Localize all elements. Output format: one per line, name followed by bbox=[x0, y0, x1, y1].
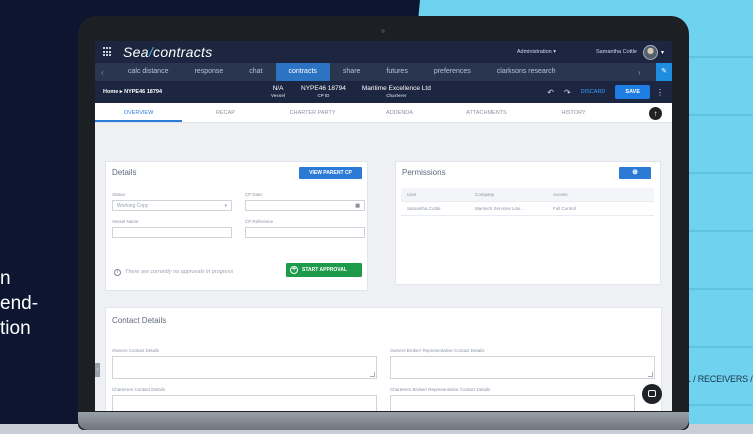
calendar-icon[interactable]: ▦ bbox=[355, 201, 360, 211]
save-button[interactable]: SAVE bbox=[615, 85, 650, 99]
permissions-title: Permissions bbox=[402, 168, 446, 177]
start-approval-button[interactable]: + START APPROVAL bbox=[286, 263, 362, 277]
tab-recap[interactable]: RECAP bbox=[182, 103, 269, 122]
cp-reference-label: CP Reference bbox=[245, 219, 274, 224]
owners-broker-label: Owners Broker/ Representative Contact De… bbox=[390, 348, 485, 353]
permissions-panel: Permissions ⊕ User Company Access Samant… bbox=[395, 161, 661, 285]
header-company: Company bbox=[475, 192, 495, 197]
chat-bubble-icon[interactable] bbox=[642, 384, 662, 404]
status-value: Working Copy bbox=[117, 203, 149, 209]
owners-broker-field[interactable] bbox=[390, 356, 655, 379]
tab-attachments[interactable]: ATTACHMENTS bbox=[443, 103, 530, 122]
contact-details-title: Contact Details bbox=[112, 316, 167, 325]
app-topbar: Sea/contracts Administration ▾ Samantha … bbox=[95, 41, 672, 63]
redo-icon[interactable]: ↷ bbox=[564, 88, 571, 97]
cp-id-label: CP ID bbox=[317, 93, 330, 98]
logo-sea: Sea bbox=[123, 44, 149, 60]
tab-history[interactable]: HISTORY bbox=[530, 103, 617, 122]
app-screen: Sea/contracts Administration ▾ Samantha … bbox=[95, 41, 672, 411]
nav-contracts[interactable]: contracts bbox=[275, 63, 330, 81]
header-access: Access bbox=[553, 192, 568, 197]
chevron-down-icon[interactable]: ▾ bbox=[661, 49, 664, 56]
pin-icon[interactable]: ✎ bbox=[656, 63, 672, 81]
table-row[interactable]: Samantha Cottle Maritech Services Limi..… bbox=[401, 202, 654, 216]
header-user: User bbox=[407, 192, 417, 197]
charterers-broker-label: Charterers Broker/ Representative Contac… bbox=[390, 387, 491, 392]
charterers-contact-field[interactable] bbox=[112, 395, 377, 411]
nav-right-arrow-icon[interactable]: › bbox=[638, 68, 652, 77]
nav-preferences[interactable]: preferences bbox=[421, 63, 484, 81]
administration-menu[interactable]: Administration ▾ bbox=[517, 49, 556, 55]
cell-company: Maritech Services Limi... bbox=[475, 206, 525, 211]
backdrop-line-1: n bbox=[0, 268, 11, 289]
backdrop-line-2: end- bbox=[0, 293, 39, 314]
details-title: Details bbox=[112, 168, 137, 177]
nav-clarksons-research[interactable]: clarksons research bbox=[484, 63, 569, 81]
chevron-down-icon: ▾ bbox=[224, 203, 227, 209]
nav-chat[interactable]: chat bbox=[236, 63, 275, 81]
add-permission-button[interactable]: ⊕ bbox=[619, 167, 651, 179]
charterer-value: Maritime Excellence Ltd bbox=[361, 85, 431, 92]
owners-contact-label: Owners Contact Details bbox=[112, 348, 160, 353]
nav-left-arrow-icon[interactable]: ‹ bbox=[101, 68, 115, 77]
apps-grid-icon[interactable] bbox=[103, 47, 113, 57]
status-select[interactable]: Working Copy ▾ bbox=[112, 200, 232, 211]
vessel-name-label: Vessel Name bbox=[112, 219, 139, 224]
backdrop-ticker: 1 / RECEIVERS / SU bbox=[686, 374, 753, 384]
cp-id-value: NYPE46 18794 bbox=[301, 85, 346, 92]
cp-date-label: CP Date: bbox=[245, 192, 264, 197]
info-icon: i bbox=[114, 269, 121, 276]
plus-icon: + bbox=[290, 266, 298, 274]
nav-share[interactable]: share bbox=[330, 63, 374, 81]
charterer-meta: Maritime Excellence Ltd Charterer bbox=[362, 85, 431, 99]
owners-contact-field[interactable] bbox=[112, 356, 377, 379]
charterers-contact-label: Charterers Contact Details bbox=[112, 387, 166, 392]
side-drawer-tab[interactable]: › bbox=[95, 363, 100, 377]
cell-user: Samantha Cottle bbox=[407, 206, 441, 211]
upload-icon[interactable]: ↑ bbox=[649, 107, 662, 120]
vessel-label: Vessel bbox=[271, 93, 286, 98]
vessel-value: N/A bbox=[272, 85, 284, 92]
permissions-table: User Company Access Samantha Cottle Mari… bbox=[401, 188, 654, 216]
vessel-meta: N/A Vessel bbox=[271, 85, 285, 99]
approvals-note: There are currently no approvals in prog… bbox=[125, 269, 234, 275]
status-label: Status: bbox=[112, 192, 127, 197]
nav-response[interactable]: response bbox=[181, 63, 236, 81]
details-panel: Details VIEW PARENT CP Status: Working C… bbox=[105, 161, 368, 291]
contract-tabs: OVERVIEW RECAP CHARTER PARTY ADDENDA ATT… bbox=[95, 103, 672, 123]
cp-reference-field[interactable] bbox=[245, 227, 365, 238]
table-header: User Company Access bbox=[401, 188, 654, 202]
nav-calc-distance[interactable]: calc distance bbox=[115, 63, 181, 81]
vessel-name-field[interactable] bbox=[112, 227, 232, 238]
cell-access: Full Control bbox=[553, 206, 577, 211]
more-options-icon[interactable]: ⋮ bbox=[656, 88, 664, 97]
backdrop-line-3: tion bbox=[0, 318, 31, 339]
backdrop-left-text: n end- tion bbox=[0, 266, 38, 341]
contract-subbar: Home ▸ NYPE46 18794 N/A Vessel NYPE46 18… bbox=[95, 81, 672, 103]
cp-meta: NYPE46 18794 CP ID bbox=[301, 85, 346, 99]
app-logo[interactable]: Sea/contracts bbox=[123, 44, 213, 60]
undo-icon[interactable]: ↶ bbox=[547, 88, 554, 97]
charterers-broker-field[interactable] bbox=[390, 395, 635, 411]
backdrop-stripes bbox=[683, 0, 753, 434]
nav-futures[interactable]: futures bbox=[373, 63, 420, 81]
laptop-frame: Sea/contracts Administration ▾ Samantha … bbox=[78, 16, 689, 430]
laptop-base bbox=[78, 412, 689, 430]
cp-date-field[interactable]: ▦ bbox=[245, 200, 365, 211]
view-parent-cp-button[interactable]: VIEW PARENT CP bbox=[299, 167, 362, 179]
tab-overview[interactable]: OVERVIEW bbox=[95, 103, 182, 122]
contact-details-panel: Contact Details Owners Contact Details O… bbox=[105, 307, 662, 411]
avatar[interactable] bbox=[642, 44, 658, 60]
tab-charter-party[interactable]: CHARTER PARTY bbox=[269, 103, 356, 122]
charterer-label: Charterer bbox=[386, 93, 407, 98]
discard-button[interactable]: DISCARD bbox=[581, 89, 606, 95]
tab-addenda[interactable]: ADDENDA bbox=[356, 103, 443, 122]
logo-contracts: contracts bbox=[153, 44, 213, 60]
camera-dot bbox=[381, 29, 385, 33]
main-nav: ‹ calc distance response chat contracts … bbox=[95, 63, 672, 81]
start-approval-label: START APPROVAL bbox=[302, 267, 347, 273]
breadcrumb[interactable]: Home ▸ NYPE46 18794 bbox=[103, 89, 271, 95]
user-name[interactable]: Samantha Cottle bbox=[596, 49, 637, 55]
